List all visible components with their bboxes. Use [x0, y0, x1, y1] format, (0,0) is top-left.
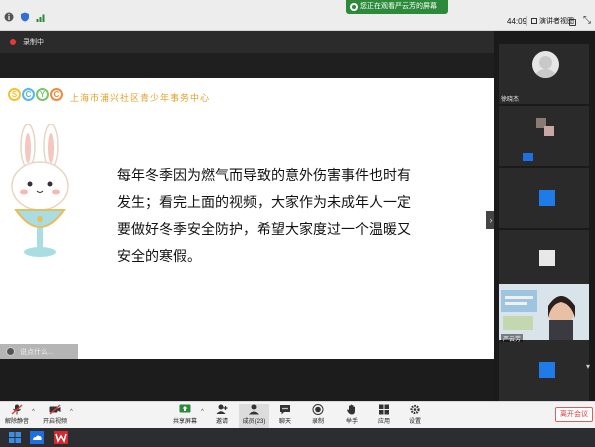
share-screen-label: 共享屏幕 — [172, 419, 197, 425]
logo-letter: C — [50, 88, 63, 101]
exit-fullscreen-icon[interactable]: ⤡ — [583, 16, 591, 26]
participant-name: 徐晓杰 — [501, 97, 520, 103]
participant-tile[interactable]: 徐晓杰 — [499, 44, 589, 104]
record-button[interactable]: 录制 — [303, 404, 333, 428]
info-icon[interactable] — [4, 12, 14, 22]
members-label: 成员(23) — [242, 419, 266, 425]
logo-letter: Y — [36, 88, 49, 101]
participant-video — [499, 284, 589, 340]
video-placeholder-block — [539, 362, 555, 378]
recording-bar: 录制中 — [0, 31, 494, 53]
share-screen-icon — [179, 404, 191, 413]
unmute-button[interactable]: 解除静音 — [2, 404, 32, 428]
sharing-indicator-icon — [350, 3, 358, 11]
start-video-label: 开启视频 — [42, 419, 67, 425]
sharing-banner-text: 您正在观看严云芳的屏幕 — [360, 3, 437, 10]
chat-icon — [280, 405, 290, 415]
logo-letter: C — [22, 88, 35, 101]
avatar — [532, 51, 559, 78]
grid-view-icon — [531, 18, 537, 24]
start-video-button[interactable]: 开启视频 — [40, 404, 70, 428]
org-name: 上海市浦兴社区青少年事务中心 — [70, 94, 211, 104]
leave-meeting-button[interactable]: 离开会议 — [555, 407, 593, 422]
settings-label: 设置 — [408, 419, 421, 425]
invite-button[interactable]: 邀请 — [207, 404, 237, 428]
chat-input-placeholder: 说点什么... — [20, 349, 54, 356]
apps-label: 应用 — [377, 419, 390, 425]
top-status-bar: 您正在观看严云芳的屏幕 44:09 演讲者视图 ⤡ — [0, 0, 595, 31]
signal-icon[interactable] — [36, 12, 46, 22]
meeting-window: 您正在观看严云芳的屏幕 44:09 演讲者视图 ⤡ 录制中 S C Y C 上海… — [0, 0, 595, 447]
share-screen-button[interactable]: 共享屏幕 — [170, 404, 200, 428]
emoji-icon — [6, 347, 15, 356]
members-button[interactable]: 成员(23) — [239, 404, 269, 428]
chat-input-bar[interactable]: 说点什么... — [0, 344, 78, 359]
rabbit-mascot-illustration — [11, 124, 69, 257]
recording-label: 录制中 — [23, 39, 44, 46]
logo-letter: S — [8, 88, 21, 101]
settings-button[interactable]: 设置 — [400, 404, 430, 428]
participant-tile[interactable] — [499, 106, 589, 166]
video-off-icon — [49, 404, 61, 415]
participant-tile[interactable] — [499, 230, 589, 290]
invite-label: 邀请 — [215, 419, 228, 425]
fullscreen-icon[interactable] — [569, 19, 576, 26]
video-placeholder-block — [523, 153, 533, 161]
shield-icon[interactable] — [20, 12, 30, 22]
chevron-up-icon[interactable]: ^ — [70, 409, 73, 415]
recording-dot-icon — [10, 39, 16, 45]
record-label: 录制 — [311, 419, 324, 425]
participant-tile[interactable] — [499, 342, 589, 402]
members-icon — [249, 404, 259, 415]
microphone-muted-icon — [11, 404, 23, 415]
chevron-up-icon[interactable]: ^ — [32, 409, 35, 415]
chat-button[interactable]: 聊天 — [270, 404, 300, 428]
unmute-label: 解除静音 — [4, 419, 29, 425]
content-background — [0, 359, 494, 401]
participant-tile[interactable] — [499, 168, 589, 228]
speaker-view-button[interactable]: 演讲者视图 — [531, 15, 574, 28]
system-taskbar — [0, 428, 595, 447]
video-placeholder-block — [544, 126, 554, 136]
participant-panel: 徐晓杰 严云芳 — [494, 31, 595, 402]
invite-icon — [216, 404, 228, 414]
wps-app-icon[interactable] — [54, 431, 68, 444]
shared-slide: S C Y C 上海市浦兴社区青少年事务中心 每年冬季因为燃气而导致的意外伤害事… — [0, 78, 494, 359]
meeting-timer: 44:09 — [507, 17, 528, 26]
apps-button[interactable]: 应用 — [369, 404, 399, 428]
divider — [526, 16, 527, 26]
participant-video-tile[interactable]: 严云芳 — [499, 284, 589, 344]
raise-hand-icon — [347, 404, 355, 415]
chat-label: 聊天 — [278, 419, 291, 425]
cloud-app-icon[interactable] — [30, 431, 44, 444]
chevron-up-icon[interactable]: ^ — [201, 409, 204, 415]
video-placeholder-block — [539, 250, 555, 266]
screen-sharing-banner[interactable]: 您正在观看严云芳的屏幕 — [346, 0, 448, 14]
scroll-down-icon[interactable]: ▾ — [583, 362, 593, 372]
raise-hand-button[interactable]: 举手 — [337, 404, 367, 428]
apps-icon — [379, 404, 389, 415]
record-icon — [312, 404, 324, 415]
settings-icon — [410, 404, 420, 415]
raise-hand-label: 举手 — [345, 419, 358, 425]
windows-start-icon[interactable] — [8, 431, 22, 444]
video-placeholder-block — [539, 190, 555, 206]
meeting-toolbar: 解除静音 ^ 开启视频 ^ 共享屏幕 ^ 邀请 成员(23) 聊天 录制 举手 … — [0, 401, 595, 428]
slide-main-text: 每年冬季因为燃气而导致的意外伤害事件也时有发生；看完上面的视频，大家作为未成年人… — [117, 167, 411, 264]
